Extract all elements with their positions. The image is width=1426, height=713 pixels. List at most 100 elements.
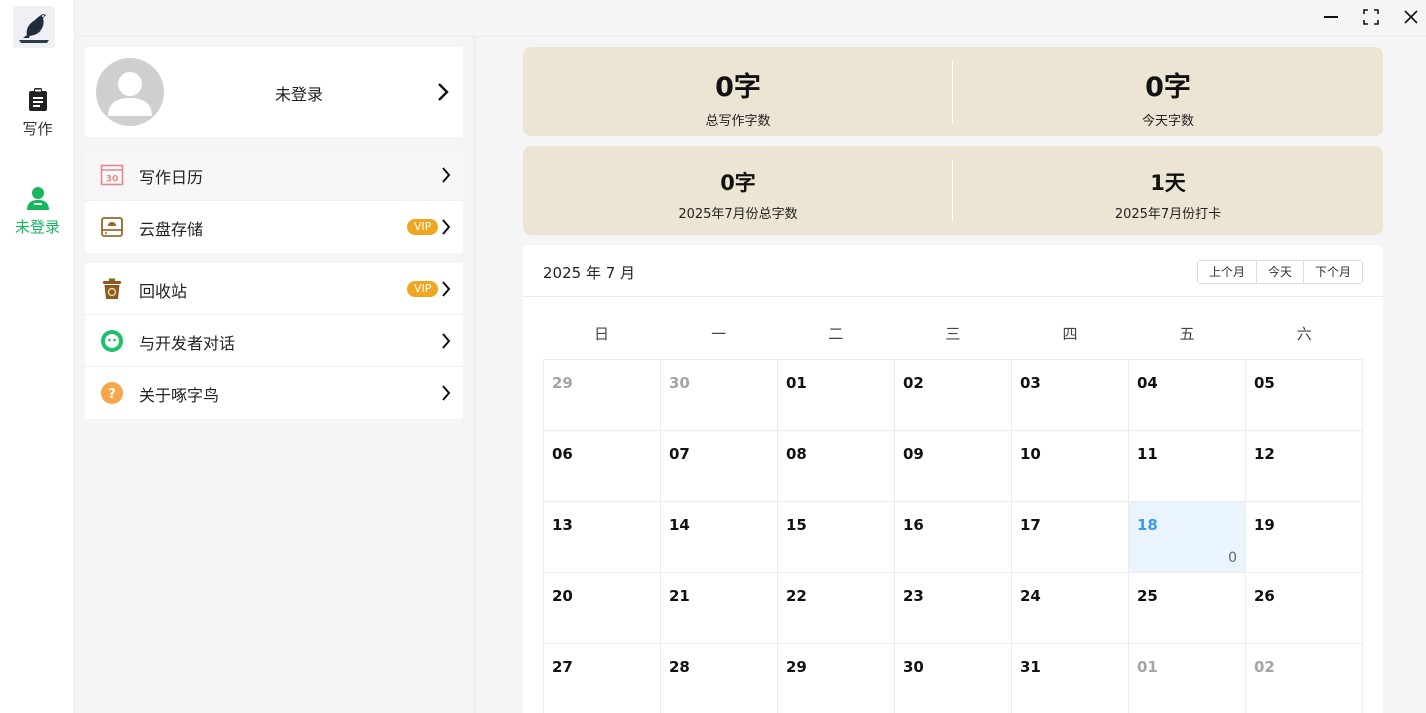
rail-item-label: 未登录 (14, 218, 60, 236)
day-number: 28 (669, 658, 690, 676)
today-button[interactable]: 今天 (1257, 261, 1305, 283)
minimize-button[interactable] (1318, 6, 1344, 28)
clipboard-icon (28, 88, 47, 111)
calendar-day[interactable]: 01 (778, 360, 895, 431)
calendar-day[interactable]: 02 (895, 360, 1012, 431)
calendar-day[interactable]: 01 (1129, 644, 1246, 713)
day-number: 02 (1254, 658, 1275, 676)
day-number: 19 (1254, 516, 1275, 534)
calendar-day[interactable]: 10 (1012, 431, 1129, 502)
day-number: 05 (1254, 374, 1275, 392)
day-number: 18 (1137, 516, 1158, 534)
calendar-day[interactable]: 12 (1246, 431, 1363, 502)
day-number: 06 (552, 445, 573, 463)
menu-item-writing-calendar[interactable]: 30 写作日历 (85, 149, 463, 201)
weekday-label: 一 (711, 325, 727, 343)
title-bar (75, 0, 1426, 37)
weekday-label: 六 (1296, 325, 1312, 343)
svg-text:?: ? (108, 387, 116, 402)
prev-month-button[interactable]: 上个月 (1198, 261, 1258, 283)
calendar-day[interactable]: 30 (661, 360, 778, 431)
chevron-right-icon (438, 83, 449, 101)
calendar-day[interactable]: 15 (778, 502, 895, 573)
calendar-day[interactable]: 31 (1012, 644, 1129, 713)
day-number: 22 (786, 587, 807, 605)
user-icon (26, 187, 49, 210)
calendar-day[interactable]: 03 (1012, 360, 1129, 431)
profile-card[interactable]: 未登录 (85, 47, 463, 137)
day-number: 12 (1254, 445, 1275, 463)
day-number: 17 (1020, 516, 1041, 534)
weekday-header: 日一二三四五六 (543, 323, 1363, 344)
profile-name: 未登录 (275, 85, 324, 104)
menu-item-about[interactable]: ? 关于啄字鸟 (85, 367, 463, 419)
calendar-day-today[interactable]: 18 0 (1129, 502, 1246, 573)
stat-label: 2025年7月份打卡 (1114, 207, 1222, 222)
calendar-day[interactable]: 23 (895, 573, 1012, 644)
calendar-day[interactable]: 22 (778, 573, 895, 644)
calendar-day[interactable]: 28 (661, 644, 778, 713)
settings-panel: 未登录 30 写作日历 云盘存储 VIP 回收站 VIP 与开发者对话 ? 关于… (75, 37, 475, 713)
day-number: 13 (552, 516, 573, 534)
calendar-day[interactable]: 26 (1246, 573, 1363, 644)
day-number: 29 (552, 374, 573, 392)
close-button[interactable] (1398, 6, 1424, 28)
calendar-grid: 29 30 01 02 03 04 05 06 07 08 09 10 11 12 13 14 15 16 17 18… (543, 359, 1363, 713)
menu-item-chat-developer[interactable]: 与开发者对话 (85, 315, 463, 367)
stat-value: 0字 (1145, 72, 1191, 103)
weekday-label: 日 (594, 325, 610, 343)
calendar-day[interactable]: 29 (778, 644, 895, 713)
calendar-day[interactable]: 05 (1246, 360, 1363, 431)
day-number: 31 (1020, 658, 1041, 676)
calendar-day[interactable]: 30 (895, 644, 1012, 713)
weekday-label: 二 (828, 325, 844, 343)
day-number: 11 (1137, 445, 1158, 463)
calendar-day[interactable]: 16 (895, 502, 1012, 573)
chevron-right-icon (442, 333, 451, 349)
calendar-day[interactable]: 21 (661, 573, 778, 644)
day-number: 26 (1254, 587, 1275, 605)
day-number: 24 (1020, 587, 1041, 605)
calendar-day[interactable]: 08 (778, 431, 895, 502)
calendar-day[interactable]: 06 (544, 431, 661, 502)
menu-item-recycle-bin[interactable]: 回收站 VIP (85, 263, 463, 315)
next-month-button[interactable]: 下个月 (1304, 261, 1363, 283)
calendar-day[interactable]: 20 (544, 573, 661, 644)
stats-card-month: 0字 2025年7月份总字数 1天 2025年7月份打卡 (523, 146, 1383, 235)
calendar-title: 2025 年 7 月 (543, 264, 636, 282)
calendar-day[interactable]: 11 (1129, 431, 1246, 502)
menu-group-primary: 30 写作日历 云盘存储 VIP (85, 149, 463, 253)
day-number: 10 (1020, 445, 1041, 463)
calendar-day[interactable]: 14 (661, 502, 778, 573)
calendar-day[interactable]: 07 (661, 431, 778, 502)
calendar-day[interactable]: 24 (1012, 573, 1129, 644)
left-rail: 写作 未登录 (0, 0, 75, 713)
calendar-day[interactable]: 09 (895, 431, 1012, 502)
day-number: 23 (903, 587, 924, 605)
day-number: 14 (669, 516, 690, 534)
calendar-day[interactable]: 04 (1129, 360, 1246, 431)
day-number: 25 (1137, 587, 1158, 605)
maximize-button[interactable] (1358, 6, 1384, 28)
chat-icon (101, 330, 123, 352)
calendar-day[interactable]: 27 (544, 644, 661, 713)
close-icon (1404, 10, 1418, 24)
rail-item-write[interactable]: 写作 (0, 86, 75, 139)
calendar-day[interactable]: 13 (544, 502, 661, 573)
menu-group-secondary: 回收站 VIP 与开发者对话 ? 关于啄字鸟 (85, 263, 463, 419)
stat-label: 今天字数 (1141, 114, 1194, 129)
calendar-day[interactable]: 25 (1129, 573, 1246, 644)
menu-item-cloud-storage[interactable]: 云盘存储 VIP (85, 201, 463, 253)
menu-item-label: 与开发者对话 (139, 334, 236, 353)
menu-item-label: 回收站 (139, 282, 188, 301)
chevron-right-icon (442, 167, 451, 183)
calendar-day[interactable]: 17 (1012, 502, 1129, 573)
menu-item-label: 写作日历 (139, 168, 204, 187)
calendar-day[interactable]: 19 (1246, 502, 1363, 573)
calendar-day[interactable]: 02 (1246, 644, 1363, 713)
stat-month-checkin: 1天 2025年7月份打卡 (953, 146, 1383, 235)
stat-total-words: 0字 总写作字数 (523, 47, 953, 136)
calendar-day[interactable]: 29 (544, 360, 661, 431)
chevron-right-icon (442, 281, 451, 297)
rail-item-user[interactable]: 未登录 (0, 184, 75, 237)
